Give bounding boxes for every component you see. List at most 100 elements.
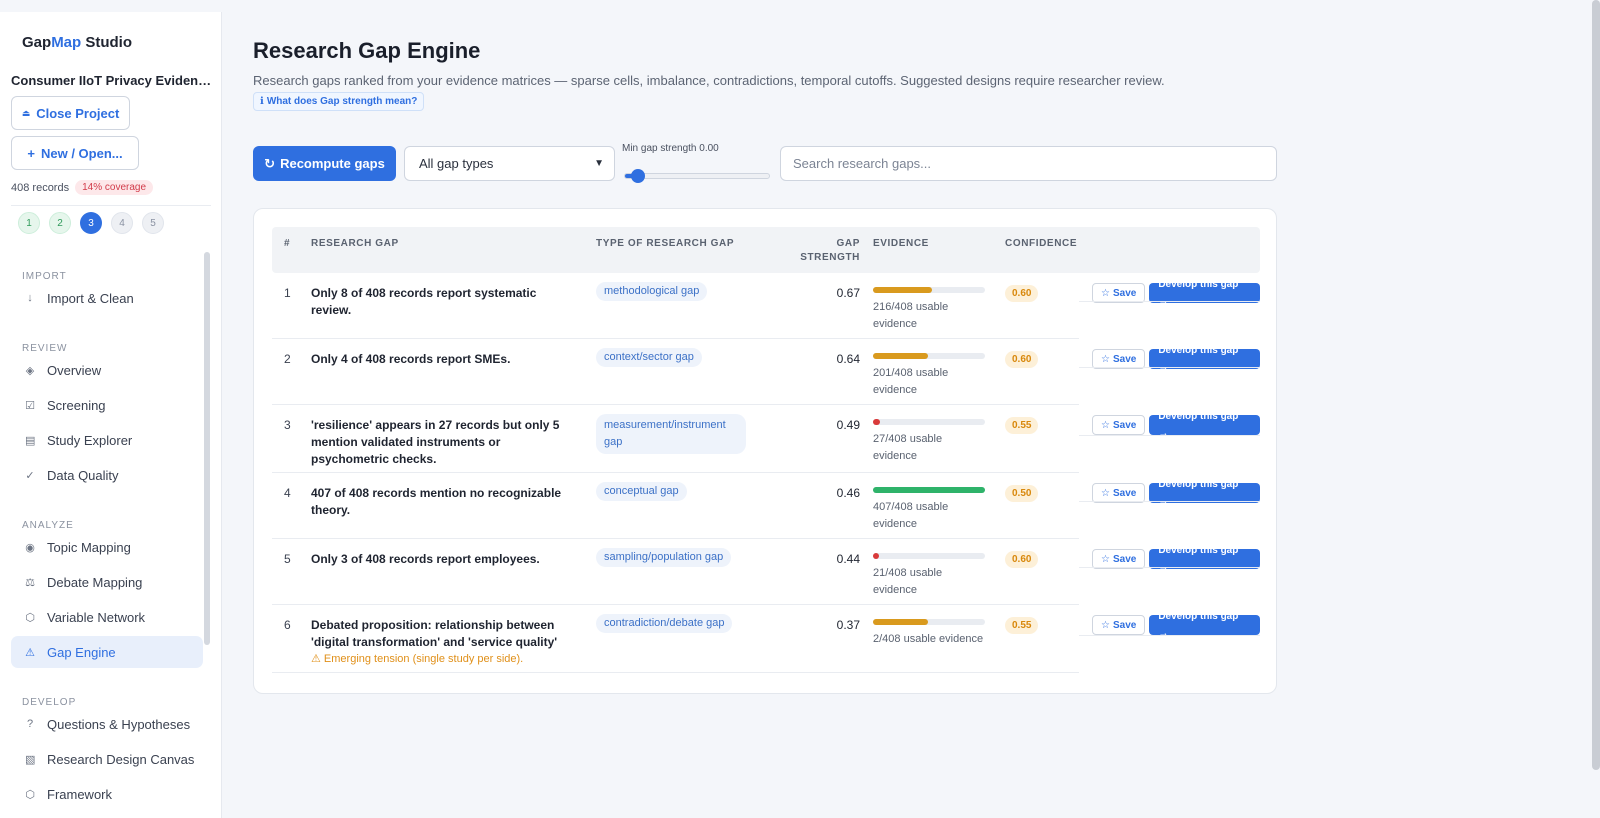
step-1[interactable]: 1 xyxy=(18,212,40,234)
nav-label: Overview xyxy=(47,362,102,378)
workflow-steps: 1 2 3 4 5 xyxy=(18,212,164,234)
save-button[interactable]: ☆ Save xyxy=(1092,349,1146,369)
new-open-button[interactable]: + New / Open... xyxy=(11,136,139,170)
target-icon: ◉ xyxy=(25,541,35,554)
row-actions: ☆ Save Develop this gap → xyxy=(1092,545,1260,573)
evidence-text: 27/408 usable evidence xyxy=(873,433,943,462)
save-button[interactable]: ☆ Save xyxy=(1092,283,1146,303)
row-number: 6 xyxy=(284,618,291,632)
develop-gap-button[interactable]: Develop this gap → xyxy=(1149,279,1260,307)
save-label: Save xyxy=(1112,619,1137,631)
sidebar-item-variable-network[interactable]: ⬡ Variable Network xyxy=(11,601,203,633)
row-number: 1 xyxy=(284,286,291,300)
warning-triangle-icon: ⚠ xyxy=(25,646,35,659)
sidebar-item-overview[interactable]: ◈ Overview xyxy=(11,354,203,386)
hexagon-icon: ⬡ xyxy=(25,611,35,624)
gap-strength: 0.49 xyxy=(836,418,860,432)
gap-type-selected: All gap types xyxy=(419,156,494,171)
min-strength-slider[interactable] xyxy=(624,169,770,183)
sidebar-item-screening[interactable]: ☑ Screening xyxy=(11,389,203,421)
step-3[interactable]: 3 xyxy=(80,212,102,234)
confidence-badge: 0.55 xyxy=(1005,417,1039,434)
develop-gap-button[interactable]: Develop this gap → xyxy=(1149,611,1260,639)
hexagon-outline-icon: ⬡ xyxy=(25,788,35,801)
evidence-bar xyxy=(873,487,985,493)
step-2[interactable]: 2 xyxy=(49,212,71,234)
confidence-cell: 0.55 xyxy=(1005,616,1039,634)
gap-text: Debated proposition: relationship betwee… xyxy=(311,618,558,649)
header-confidence: CONFIDENCE xyxy=(1005,238,1078,249)
nav-label: Questions & Hypotheses xyxy=(47,716,191,732)
gap-type-pill: contradiction/debate gap xyxy=(596,614,733,633)
row-actions: ☆ Save Develop this gap → xyxy=(1092,479,1260,507)
gap-description: Only 8 of 408 records report systematic … xyxy=(311,285,573,319)
develop-gap-button[interactable]: Develop this gap → xyxy=(1149,545,1260,573)
save-button[interactable]: ☆ Save xyxy=(1092,483,1146,503)
step-4[interactable]: 4 xyxy=(111,212,133,234)
gap-strength-help-link[interactable]: ℹ What does Gap strength mean? xyxy=(253,92,425,111)
gap-strength: 0.46 xyxy=(836,486,860,500)
gap-type-pill: sampling/population gap xyxy=(596,548,732,567)
evidence-text: 2/408 usable evidence xyxy=(873,633,984,645)
sidebar-item-gap-engine[interactable]: ⚠ Gap Engine xyxy=(11,636,203,668)
step-5[interactable]: 5 xyxy=(142,212,164,234)
save-label: Save xyxy=(1112,353,1137,365)
gap-description: Debated proposition: relationship betwee… xyxy=(311,617,573,668)
sidebar-item-debate-mapping[interactable]: ⚖ Debate Mapping xyxy=(11,566,203,598)
sidebar-scrollbar[interactable] xyxy=(204,252,210,645)
gap-text: Only 8 of 408 records report systematic … xyxy=(311,286,537,317)
table-row: 1 Only 8 of 408 records report systematic… xyxy=(272,273,1260,339)
gap-type-cell: contradiction/debate gap xyxy=(596,614,733,633)
sidebar-item-study-explorer[interactable]: ▤ Study Explorer xyxy=(11,424,203,456)
recompute-gaps-button[interactable]: ↻ Recompute gaps xyxy=(253,146,396,181)
nav-label: Gap Engine xyxy=(47,644,116,660)
save-label: Save xyxy=(1112,553,1137,565)
new-open-label: New / Open... xyxy=(40,145,123,161)
close-project-button[interactable]: ⏏ Close Project xyxy=(11,96,130,130)
sidebar-item-import-clean[interactable]: ↓ Import & Clean xyxy=(11,282,203,314)
save-button[interactable]: ☆ Save xyxy=(1092,415,1146,435)
page-scrollbar[interactable] xyxy=(1592,0,1600,770)
info-icon: ℹ xyxy=(260,96,264,107)
gap-description: Only 4 of 408 records report SMEs. xyxy=(311,351,573,368)
header-evidence: EVIDENCE xyxy=(873,238,929,249)
row-actions: ☆ Save Develop this gap → xyxy=(1092,411,1260,439)
page-title: Research Gap Engine xyxy=(253,38,481,63)
develop-gap-button[interactable]: Develop this gap → xyxy=(1149,345,1260,373)
develop-gap-button[interactable]: Develop this gap → xyxy=(1149,411,1260,439)
table-row: 2 Only 4 of 408 records report SMEs. conte… xyxy=(272,339,1260,405)
gap-text: Only 3 of 408 records report employees. xyxy=(311,552,540,566)
sidebar-item-topic-mapping[interactable]: ◉ Topic Mapping xyxy=(11,531,203,563)
evidence-bar xyxy=(873,553,985,559)
confidence-cell: 0.60 xyxy=(1005,284,1039,302)
row-divider-actions xyxy=(1079,435,1260,436)
brand-logo[interactable]: GapMap Studio xyxy=(22,34,132,51)
save-label: Save xyxy=(1112,419,1137,431)
sidebar-item-framework[interactable]: ⬡ Framework xyxy=(11,778,203,810)
brand-part-studio: Studio xyxy=(81,34,133,51)
gap-text: Only 4 of 408 records report SMEs. xyxy=(311,352,511,366)
table-row: 3 'resilience' appears in 27 records but … xyxy=(272,405,1260,473)
sidebar-item-questions[interactable]: ? Questions & Hypotheses xyxy=(11,708,203,740)
sidebar-item-data-quality[interactable]: ✓ Data Quality xyxy=(11,459,203,491)
develop-gap-button[interactable]: Develop this gap → xyxy=(1149,479,1260,507)
evidence-bar xyxy=(873,619,985,625)
evidence-bar-fill xyxy=(873,487,985,493)
gap-type-select[interactable]: All gap types ▼ xyxy=(404,146,615,181)
sidebar-item-design-canvas[interactable]: ▧ Research Design Canvas xyxy=(11,743,203,775)
gap-text: 407 of 408 records mention no recognizab… xyxy=(311,486,562,517)
gap-text: 'resilience' appears in 27 records but o… xyxy=(311,418,560,466)
slider-thumb[interactable] xyxy=(631,169,645,183)
refresh-icon: ↻ xyxy=(264,155,276,171)
search-input[interactable] xyxy=(780,146,1277,181)
evidence-text: 21/408 usable evidence xyxy=(873,567,943,596)
records-summary: 408 records 14% coverage xyxy=(11,180,154,195)
save-label: Save xyxy=(1112,487,1137,499)
evidence-bar-fill xyxy=(873,287,933,293)
save-label: Save xyxy=(1112,287,1137,299)
evidence-bar xyxy=(873,353,985,359)
save-button[interactable]: ☆ Save xyxy=(1092,615,1146,635)
save-button[interactable]: ☆ Save xyxy=(1092,549,1146,569)
confidence-badge: 0.55 xyxy=(1005,617,1039,634)
gap-type-pill: measurement/instrument gap xyxy=(596,414,746,454)
